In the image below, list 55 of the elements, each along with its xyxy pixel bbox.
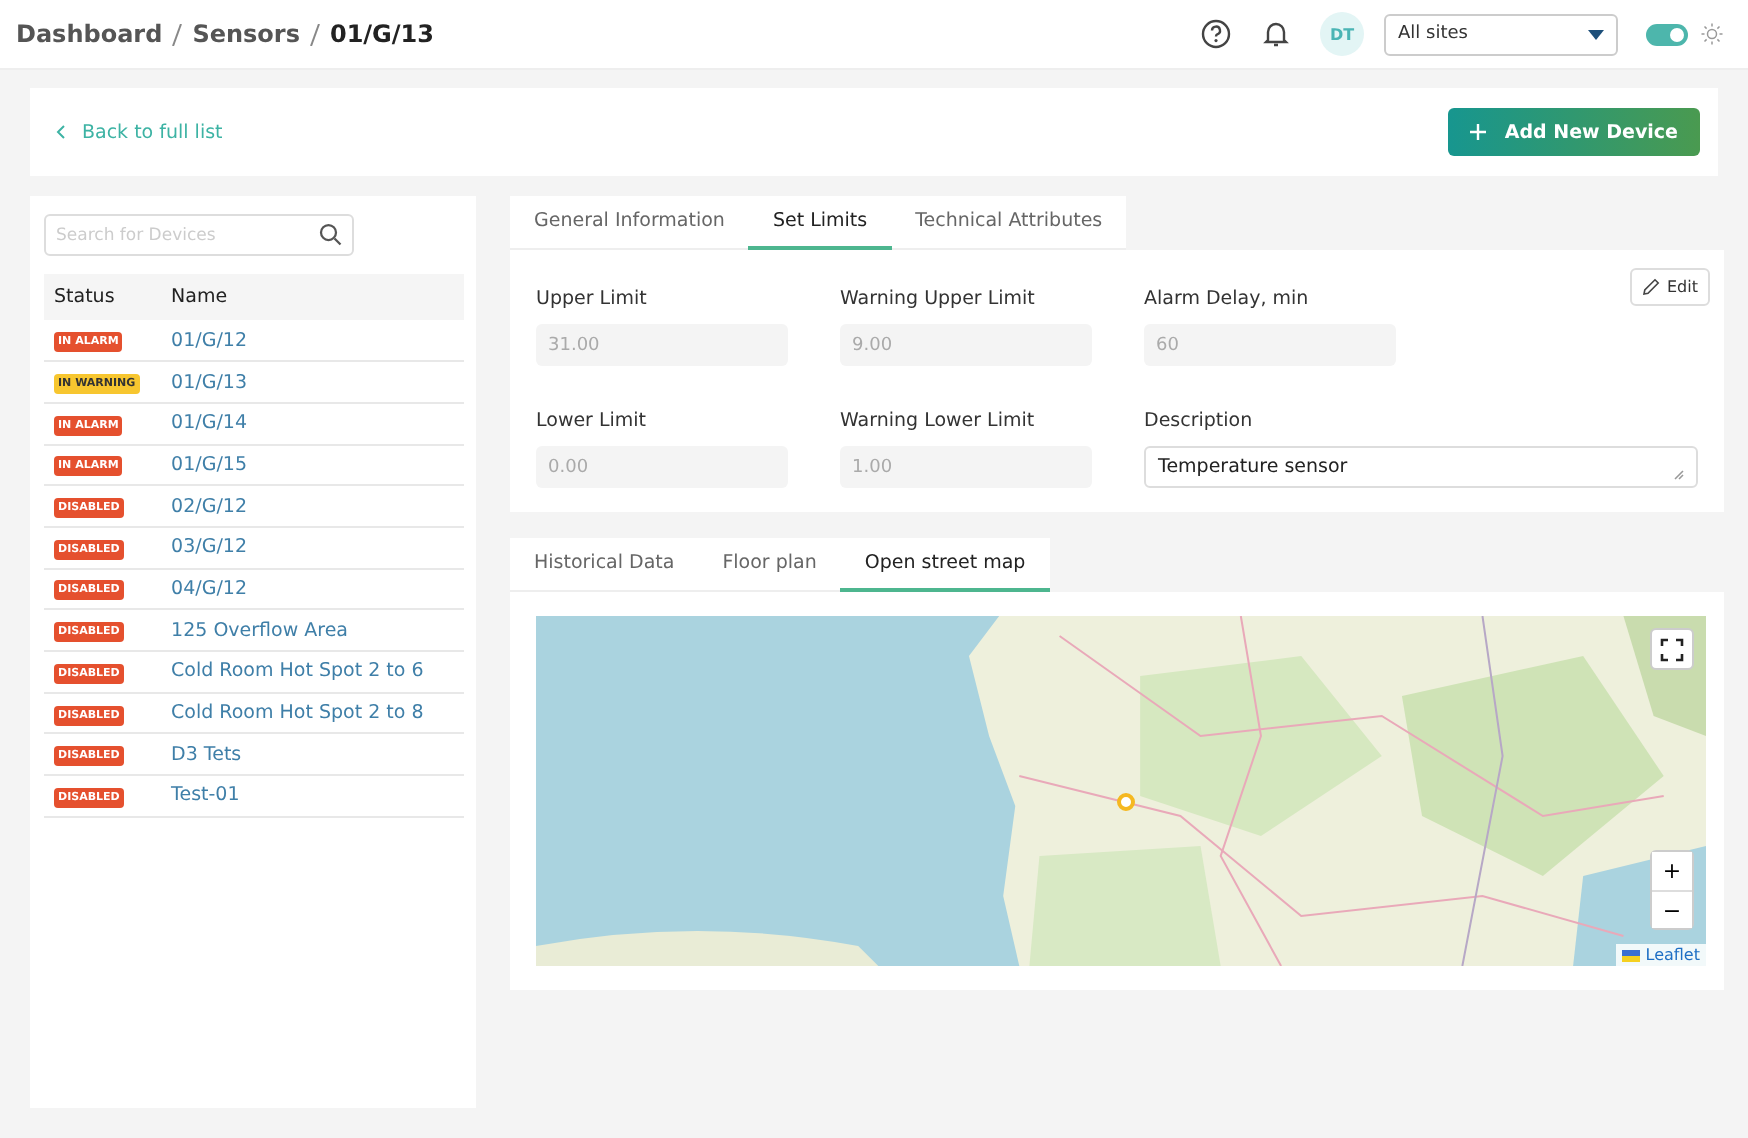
device-link[interactable]: 03/G/12 (171, 536, 247, 559)
device-link[interactable]: Cold Room Hot Spot 2 to 8 (171, 702, 424, 725)
field-label: Lower Limit (536, 410, 649, 432)
field-label: Upper Limit (536, 288, 649, 310)
breadcrumb-item[interactable]: Sensors (192, 20, 300, 48)
fullscreen-button[interactable] (1650, 628, 1694, 670)
breadcrumb-item[interactable]: Dashboard (16, 20, 163, 48)
field-label: Alarm Delay, min (1144, 288, 1311, 310)
map-marker-icon[interactable] (1116, 792, 1136, 812)
separator-icon (309, 23, 320, 45)
edit-button[interactable]: Edit (1629, 268, 1710, 306)
resize-grip-icon[interactable] (1674, 470, 1684, 480)
description-field[interactable]: Temperature sensor (1144, 446, 1698, 488)
pencil-icon (1641, 278, 1659, 296)
device-link[interactable]: 04/G/12 (171, 577, 247, 600)
tab[interactable]: Floor plan (698, 538, 841, 592)
sun-icon (1700, 22, 1724, 46)
input-field: 9.00 (840, 324, 1092, 366)
column-header: Name (161, 274, 464, 320)
tab[interactable]: Historical Data (510, 538, 699, 592)
device-link[interactable]: 01/G/15 (171, 453, 247, 476)
site-select[interactable]: All sites (1384, 13, 1618, 55)
caret-icon (1588, 29, 1604, 39)
tab[interactable]: General Information (510, 196, 749, 250)
fullscreen-icon (1660, 637, 1684, 661)
device-link[interactable]: Test-01 (171, 784, 240, 807)
input-field: 60 (1144, 324, 1396, 366)
flag-icon (1621, 949, 1640, 961)
bell-icon[interactable] (1260, 18, 1292, 50)
theme-toggle[interactable] (1646, 23, 1688, 45)
field-label: Warning Lower Limit (840, 410, 1037, 432)
device-link[interactable]: D3 Tets (171, 743, 242, 766)
field-label: Warning Upper Limit (840, 288, 1037, 310)
device-link[interactable]: 01/G/14 (171, 412, 247, 435)
input-field: 0.00 (536, 446, 788, 488)
column-header: Status (44, 274, 162, 320)
device-link[interactable]: 02/G/12 (171, 495, 247, 518)
add-device-button[interactable]: Add New Device (1448, 108, 1700, 156)
search-icon[interactable] (318, 222, 342, 246)
input-field: 1.00 (840, 446, 1092, 488)
separator-icon (172, 23, 183, 45)
input-field: 31.00 (536, 324, 788, 366)
tab[interactable]: Technical Attributes (891, 196, 1127, 250)
breadcrumb-item: 01/G/13 (329, 20, 434, 48)
zoom-out-button[interactable]: − (1652, 890, 1692, 928)
back-link[interactable]: Back to full list (56, 121, 223, 143)
field-label: Description (1144, 410, 1255, 432)
chevron-left-icon (56, 124, 66, 140)
attribution-link[interactable]: Leaflet (1615, 944, 1706, 966)
device-link[interactable]: 01/G/13 (171, 371, 247, 394)
device-link[interactable]: 01/G/12 (171, 329, 247, 352)
device-link[interactable]: Cold Room Hot Spot 2 to 6 (171, 660, 424, 683)
device-link[interactable]: 125 Overflow Area (171, 619, 348, 642)
plus-icon (1470, 124, 1487, 140)
help-icon[interactable] (1200, 18, 1232, 50)
